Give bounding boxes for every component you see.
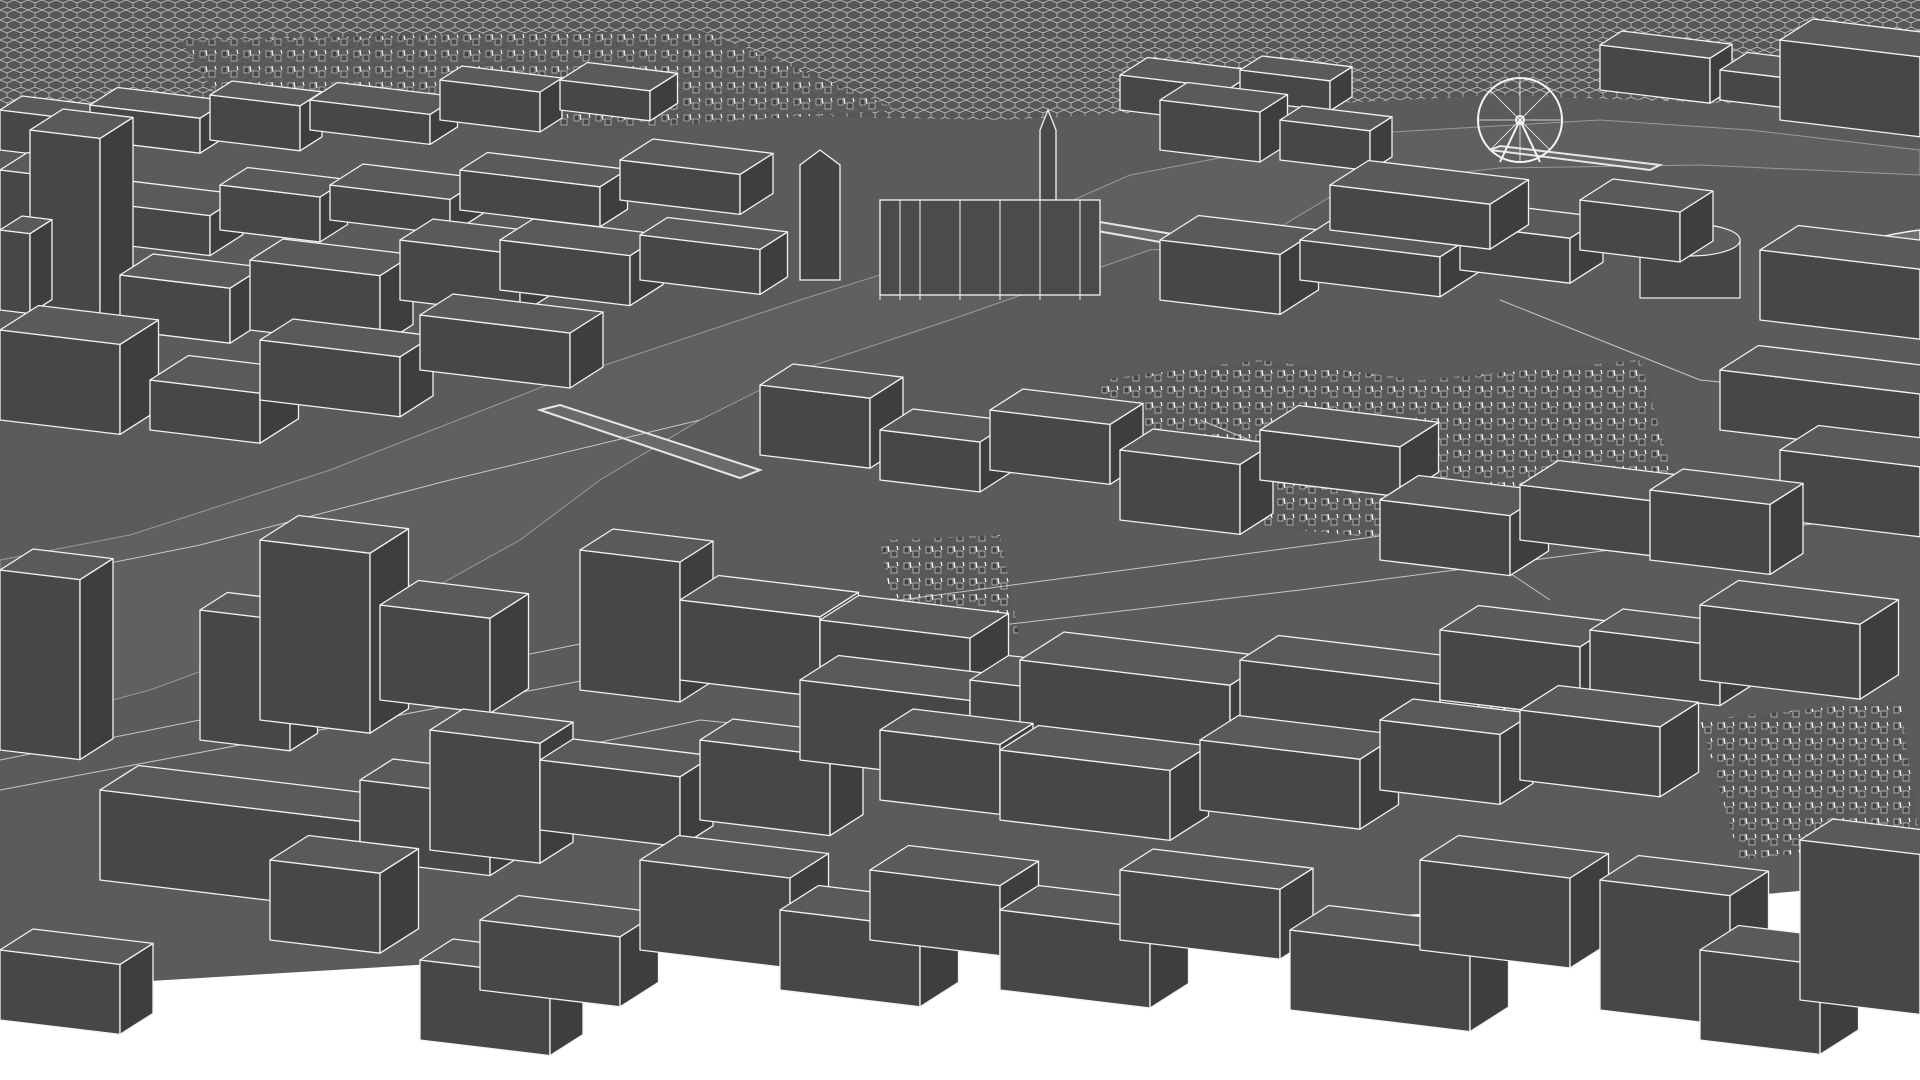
building	[1379, 698, 1534, 806]
building	[499, 218, 664, 307]
building	[1579, 178, 1714, 263]
building	[999, 724, 1210, 842]
building	[419, 293, 604, 389]
building	[269, 834, 420, 954]
building	[619, 138, 774, 216]
building	[1199, 714, 1400, 830]
building	[639, 216, 789, 296]
building	[1699, 579, 1900, 700]
building	[539, 738, 714, 848]
city-model-scene	[0, 0, 1920, 1080]
building	[1159, 81, 1289, 163]
building	[1599, 30, 1733, 104]
observation-wheel	[1477, 77, 1563, 163]
building	[1799, 818, 1920, 1016]
building	[1759, 224, 1920, 340]
building	[0, 548, 114, 761]
building	[219, 166, 349, 243]
building	[1419, 834, 1610, 969]
building	[209, 80, 323, 152]
building	[259, 318, 434, 418]
building	[1159, 214, 1320, 316]
building	[479, 894, 660, 1008]
building	[0, 304, 160, 436]
building	[1119, 428, 1274, 536]
building	[1779, 18, 1920, 138]
building	[379, 579, 530, 714]
building	[0, 215, 53, 315]
building	[1119, 848, 1314, 960]
building	[0, 928, 154, 1036]
building	[1519, 684, 1700, 798]
building	[559, 61, 679, 122]
building	[439, 65, 563, 133]
building	[1649, 468, 1804, 576]
